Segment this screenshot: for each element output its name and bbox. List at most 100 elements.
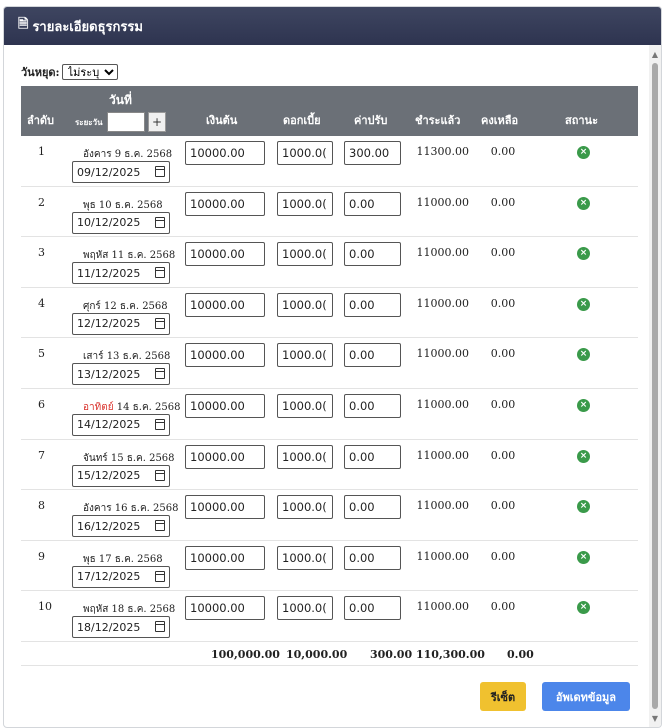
row-paid: 11000.00 [416,600,470,614]
close-circle-icon[interactable]: × [577,398,590,412]
vertical-scrollbar[interactable]: ▲ ▼ [649,45,661,727]
row-weekday: เสาร์ [83,351,104,363]
row-principal-input[interactable]: 10000.00 [185,292,265,317]
scroll-thumb[interactable] [652,63,658,709]
row-interest-input[interactable]: 1000.0( [277,343,333,368]
calendar-icon[interactable] [155,368,165,380]
row-principal-input[interactable]: 10000.00 [185,393,265,418]
row-principal-input[interactable]: 10000.00 [185,191,265,216]
row-date-value: 12/12/2025 [77,317,141,331]
row-remaining: 0.00 [490,246,516,260]
row-interest-input[interactable]: 1000.0( [277,444,333,469]
scroll-down-icon[interactable]: ▼ [649,711,661,725]
row-date-input[interactable]: 17/12/2025 [72,565,170,588]
holiday-select[interactable]: ไม่ระบุ [61,64,118,80]
scroll-up-icon[interactable]: ▲ [649,47,661,61]
row-principal-input[interactable]: 10000.00 [185,242,265,267]
row-paid: 11000.00 [416,246,470,260]
row-paid: 11000.00 [416,397,470,411]
row-date-input[interactable]: 16/12/2025 [72,515,170,538]
row-interest-input[interactable]: 1000.0( [277,596,333,621]
calendar-icon[interactable] [155,621,165,633]
row-fine-input[interactable]: 0.00 [344,545,401,570]
row-date-input[interactable]: 15/12/2025 [72,464,170,487]
holiday-filter: วันหยุด: ไม่ระบุ [21,63,118,81]
row-date-input[interactable]: 14/12/2025 [72,413,170,436]
row-day-label: ศุกร์ 12 ธ.ค. 2568 [83,299,168,314]
row-fine-input[interactable]: 0.00 [344,495,401,520]
header-principal: เงินต้น [206,114,238,127]
row-date-input[interactable]: 09/12/2025 [72,161,170,183]
row-remaining: 0.00 [490,549,516,563]
row-date-input[interactable]: 18/12/2025 [72,616,170,639]
row-interest-input[interactable]: 1000.0( [277,191,333,216]
header-paid: ชำระแล้ว [415,114,461,127]
row-date-input[interactable]: 13/12/2025 [72,363,170,386]
row-day-rest: 13 ธ.ค. 2568 [103,351,171,363]
row-day-rest: 18 ธ.ค. 2568 [108,604,176,616]
row-fine-input[interactable]: 0.00 [344,292,401,317]
row-fine-input[interactable]: 0.00 [344,393,401,418]
row-interest-input[interactable]: 1000.0( [277,545,333,570]
total-principal: 100,000.00 [211,647,280,661]
row-number: 8 [38,499,45,513]
table-row: 5 เสาร์ 13 ธ.ค. 2568 13/12/2025 10000.00… [21,338,638,389]
calendar-icon[interactable] [155,216,165,228]
close-circle-icon[interactable]: × [577,196,590,210]
transaction-dialog: 🗎 รายละเอียดธุรกรรม ▲ ▼ วันหยุด: ไม่ระบุ… [3,6,662,728]
row-principal-input[interactable]: 10000.00 [185,141,265,165]
row-principal-input[interactable]: 10000.00 [185,545,265,570]
row-interest-input[interactable]: 1000.0( [277,495,333,520]
close-circle-icon[interactable]: × [577,348,590,362]
row-date-value: 11/12/2025 [77,266,141,280]
row-date-value: 16/12/2025 [77,519,141,533]
calendar-icon[interactable] [155,418,165,430]
row-interest-input[interactable]: 1000.0( [277,393,333,418]
row-number: 4 [38,296,45,310]
row-fine-input[interactable]: 0.00 [344,343,401,368]
calendar-icon[interactable] [155,317,165,329]
close-circle-icon[interactable]: × [577,500,590,514]
row-date-input[interactable]: 10/12/2025 [72,211,170,234]
row-principal-input[interactable]: 10000.00 [185,343,265,368]
row-paid: 11000.00 [416,499,470,513]
close-circle-icon[interactable]: × [577,146,590,159]
row-fine-input[interactable]: 0.00 [344,191,401,216]
row-fine-input[interactable]: 300.00 [344,141,401,165]
row-principal-input[interactable]: 10000.00 [185,596,265,621]
row-paid: 11000.00 [416,195,470,209]
transaction-table: ลำดับ วันที่ ระยะวัน + เงินต้น ดอกเบี้ย … [21,86,638,666]
calendar-icon[interactable] [155,267,165,279]
close-circle-icon[interactable]: × [577,601,590,615]
calendar-icon[interactable] [155,166,165,177]
row-fine-input[interactable]: 0.00 [344,444,401,469]
row-fine-input[interactable]: 0.00 [344,596,401,621]
calendar-icon[interactable] [155,570,165,582]
range-add-button[interactable]: + [148,112,166,132]
row-day-rest: 17 ธ.ค. 2568 [95,553,163,565]
row-remaining: 0.00 [490,448,516,462]
range-days-input[interactable] [107,112,145,132]
row-remaining: 0.00 [490,397,516,411]
row-day-rest: 16 ธ.ค. 2568 [111,503,179,515]
row-fine-input[interactable]: 0.00 [344,242,401,267]
holiday-filter-label: วันหยุด: [21,66,60,79]
close-circle-icon[interactable]: × [577,449,590,463]
update-button[interactable]: อัพเดทข้อมูล [542,682,630,711]
row-date-input[interactable]: 11/12/2025 [72,262,170,285]
row-remaining: 0.00 [490,499,516,513]
close-circle-icon[interactable]: × [577,550,590,564]
row-principal-input[interactable]: 10000.00 [185,495,265,520]
close-circle-icon[interactable]: × [577,247,590,261]
reset-button[interactable]: รีเซ็ต [480,682,526,711]
row-interest-input[interactable]: 1000.0( [277,292,333,317]
close-circle-icon[interactable]: × [577,297,590,311]
row-principal-input[interactable]: 10000.00 [185,444,265,469]
calendar-icon[interactable] [155,520,165,532]
row-interest-input[interactable]: 1000.0( [277,242,333,267]
row-date-input[interactable]: 12/12/2025 [72,312,170,335]
row-number: 5 [38,347,45,361]
calendar-icon[interactable] [155,469,165,481]
row-interest-input[interactable]: 1000.0( [277,141,333,165]
table-row: 8 อังคาร 16 ธ.ค. 2568 16/12/2025 10000.0… [21,490,638,541]
